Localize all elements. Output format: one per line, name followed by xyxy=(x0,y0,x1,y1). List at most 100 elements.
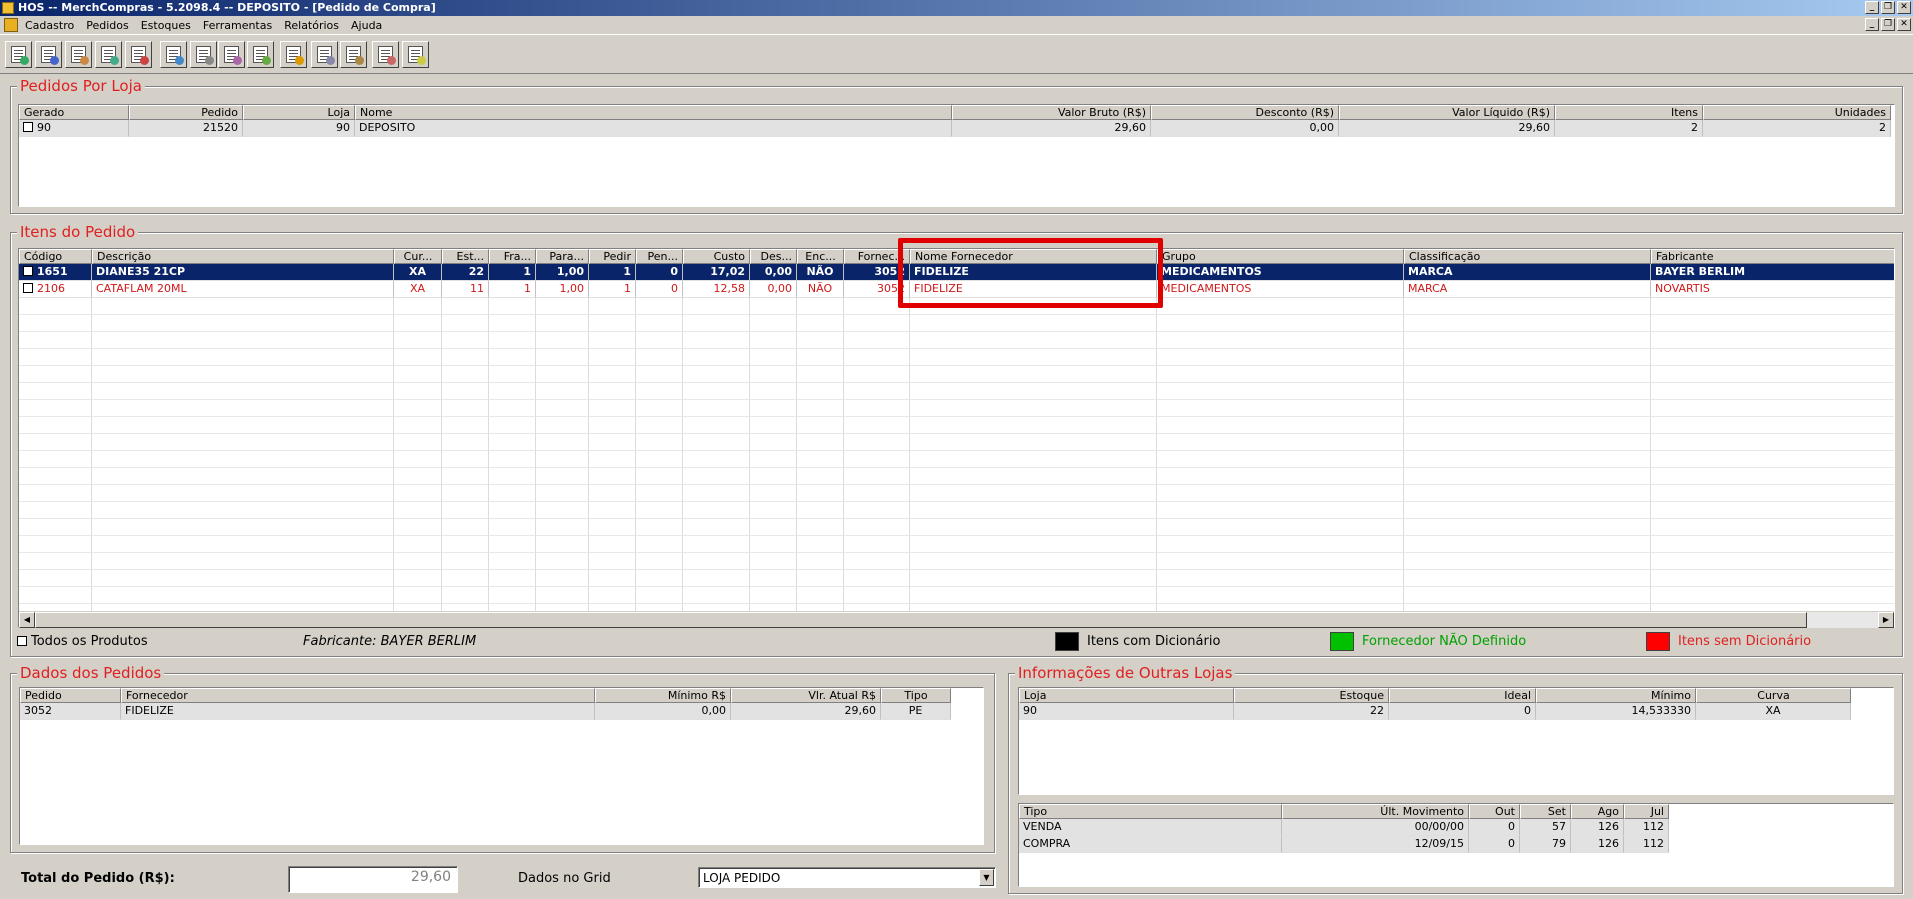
restore-button[interactable]: ❐ xyxy=(1881,1,1895,14)
column-header[interactable]: Pen... xyxy=(636,249,683,264)
column-header[interactable]: Unidades xyxy=(1703,105,1891,120)
column-header[interactable]: Vlr. Atual R$ xyxy=(731,688,881,703)
itens-horizontal-scrollbar[interactable]: ◀ ▶ xyxy=(19,611,1894,628)
empty-cell xyxy=(489,349,536,366)
menu-pedidos[interactable]: Pedidos xyxy=(86,19,129,32)
column-header[interactable]: Mínimo R$ xyxy=(595,688,731,703)
chevron-down-icon[interactable]: ▼ xyxy=(979,869,994,886)
tools-icon[interactable] xyxy=(218,41,245,68)
empty-cell xyxy=(394,366,442,383)
column-header[interactable]: Custo xyxy=(683,249,750,264)
total-pedido-field[interactable]: 29,60 xyxy=(288,866,458,893)
empty-row xyxy=(19,315,1894,332)
empty-cell xyxy=(910,383,1157,400)
print-icon[interactable] xyxy=(190,41,217,68)
scroll-thumb[interactable] xyxy=(35,612,1807,628)
column-header[interactable]: Ago xyxy=(1571,804,1624,819)
new-doc-icon[interactable] xyxy=(5,41,32,68)
column-header[interactable]: Ideal xyxy=(1389,688,1536,703)
table-cell: 00/00/00 xyxy=(1282,819,1469,836)
column-header[interactable]: Est... xyxy=(442,249,489,264)
column-header[interactable]: Pedido xyxy=(20,688,121,703)
table-cell: 0,00 xyxy=(595,703,731,720)
chart-icon[interactable] xyxy=(280,41,307,68)
find-icon[interactable] xyxy=(247,41,274,68)
empty-cell xyxy=(1651,570,1894,587)
menu-ferramentas[interactable]: Ferramentas xyxy=(203,19,272,32)
column-header[interactable]: Tipo xyxy=(881,688,951,703)
column-header[interactable]: Para... xyxy=(536,249,589,264)
empty-cell xyxy=(92,468,394,485)
column-header[interactable]: Nome xyxy=(355,105,952,120)
dados-pedidos-grid[interactable]: Pedido Fornecedor Mínimo R$ Vlr. Atual R$ Ti… xyxy=(19,687,984,845)
todos-produtos-checkbox[interactable]: Todos os Produtos xyxy=(17,634,148,649)
movimentos-grid[interactable]: Tipo Últ. Movimento Out Set Ago Jul VENDA 00/00… xyxy=(1018,803,1894,887)
column-header[interactable]: Descrição xyxy=(92,249,394,264)
column-header[interactable]: Grupo xyxy=(1157,249,1404,264)
save-icon[interactable] xyxy=(65,41,92,68)
list-icon[interactable] xyxy=(35,41,62,68)
column-header[interactable]: Fra... xyxy=(489,249,536,264)
dados-no-grid-select[interactable]: LOJA PEDIDO ▼ xyxy=(698,867,996,888)
column-header[interactable]: Curva xyxy=(1696,688,1851,703)
column-header[interactable]: Desconto (R$) xyxy=(1151,105,1339,120)
column-header[interactable]: Jul xyxy=(1624,804,1669,819)
settings-icon[interactable] xyxy=(372,41,399,68)
column-header[interactable]: Loja xyxy=(243,105,355,120)
battery-icon[interactable] xyxy=(340,41,367,68)
column-header[interactable]: Classificação xyxy=(1404,249,1651,264)
empty-row xyxy=(19,366,1894,383)
disc-icon[interactable] xyxy=(402,41,429,68)
row-checkbox-icon[interactable] xyxy=(23,122,33,132)
refresh-icon[interactable] xyxy=(125,41,152,68)
column-header[interactable]: Out xyxy=(1469,804,1520,819)
column-header[interactable]: Gerado xyxy=(19,105,129,120)
table-row[interactable]: 90 22 0 14,533330 XA xyxy=(1019,703,1851,720)
empty-cell xyxy=(844,468,910,485)
column-header[interactable]: Pedir xyxy=(589,249,636,264)
empty-cell xyxy=(750,417,797,434)
scroll-left-arrow-icon[interactable]: ◀ xyxy=(19,612,35,628)
column-header[interactable]: Código xyxy=(19,249,92,264)
table-row[interactable]: VENDA 00/00/00 0 57 126 112 xyxy=(1019,819,1669,836)
table-row[interactable]: COMPRA 12/09/15 0 79 126 112 xyxy=(1019,836,1669,853)
column-header[interactable]: Valor Bruto (R$) xyxy=(952,105,1151,120)
empty-cell xyxy=(910,519,1157,536)
menu-cadastro[interactable]: Cadastro xyxy=(25,19,74,32)
report-icon[interactable] xyxy=(311,41,338,68)
column-header[interactable]: Valor Líquido (R$) xyxy=(1339,105,1555,120)
close-button[interactable]: ✕ xyxy=(1897,1,1911,14)
column-header[interactable]: Estoque xyxy=(1234,688,1389,703)
column-header[interactable]: Loja xyxy=(1019,688,1234,703)
column-header[interactable]: Últ. Movimento xyxy=(1282,804,1469,819)
table-row[interactable]: 3052 FIDELIZE 0,00 29,60 PE xyxy=(20,703,951,720)
column-header[interactable]: Itens xyxy=(1555,105,1703,120)
column-header[interactable]: Fornecedor xyxy=(121,688,595,703)
menu-estoques[interactable]: Estoques xyxy=(141,19,191,32)
column-header[interactable]: Fabricante xyxy=(1651,249,1894,264)
row-checkbox-icon[interactable] xyxy=(23,283,33,293)
empty-cell xyxy=(394,485,442,502)
mdi-restore-button[interactable]: ❐ xyxy=(1881,18,1895,31)
column-header[interactable]: Tipo xyxy=(1019,804,1282,819)
checkbox-icon[interactable] xyxy=(17,636,27,646)
table-row[interactable]: 90 21520 90 DEPOSITO 29,60 0,00 29,60 2 2 xyxy=(19,120,1891,137)
menu-ajuda[interactable]: Ajuda xyxy=(351,19,382,32)
mdi-close-button[interactable]: ✕ xyxy=(1897,18,1911,31)
minimize-button[interactable]: _ xyxy=(1865,1,1879,14)
column-header[interactable]: Mínimo xyxy=(1536,688,1696,703)
column-header[interactable]: Enc... xyxy=(797,249,844,264)
column-header[interactable]: Set xyxy=(1520,804,1571,819)
empty-cell xyxy=(750,451,797,468)
column-header[interactable]: Des... xyxy=(750,249,797,264)
column-header[interactable]: Pedido xyxy=(129,105,243,120)
pedidos-loja-grid[interactable]: Gerado Pedido Loja Nome Valor Bruto (R$) Desc… xyxy=(18,104,1895,207)
search-doc-icon[interactable] xyxy=(95,41,122,68)
column-header[interactable]: Cur... xyxy=(394,249,442,264)
outras-lojas-grid[interactable]: Loja Estoque Ideal Mínimo Curva 90 22 0 14,53333… xyxy=(1018,687,1894,795)
edit-icon[interactable] xyxy=(160,41,187,68)
scroll-right-arrow-icon[interactable]: ▶ xyxy=(1878,612,1894,628)
mdi-minimize-button[interactable]: _ xyxy=(1865,18,1879,31)
row-checkbox-icon[interactable] xyxy=(23,266,33,276)
menu-relatorios[interactable]: Relatórios xyxy=(284,19,339,32)
